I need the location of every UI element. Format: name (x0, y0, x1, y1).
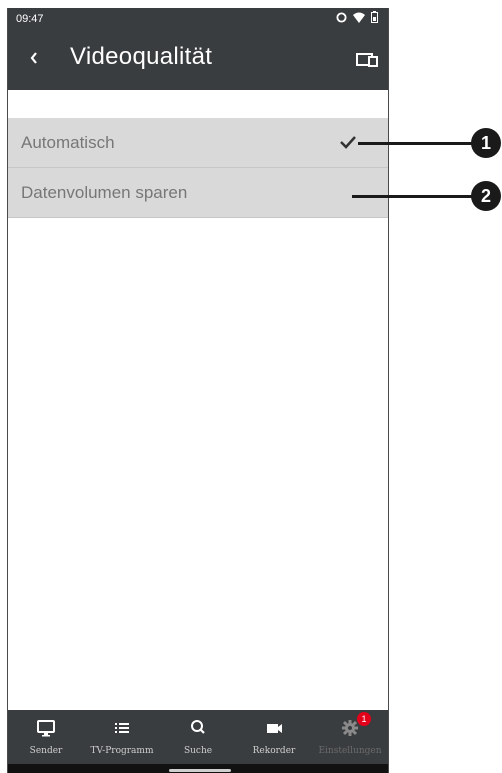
nav-item-sender[interactable]: Sender (8, 710, 84, 764)
status-time: 09:47 (16, 13, 44, 25)
cast-devices-icon[interactable] (356, 48, 378, 70)
home-indicator[interactable] (169, 769, 231, 772)
option-label: Automatisch (21, 133, 115, 152)
back-arrow-icon[interactable] (22, 46, 46, 70)
status-icons (336, 11, 378, 23)
phone-screen: 09:47 Videoqualität Automatisch Datenvol… (7, 8, 389, 773)
search-icon (191, 720, 205, 734)
battery-icon (371, 11, 378, 23)
notification-badge: 1 (357, 712, 371, 726)
nav-label: Einstellungen (318, 746, 382, 756)
nav-item-rekorder[interactable]: Rekorder (236, 710, 312, 764)
nav-label: Rekorder (252, 746, 296, 756)
callout-line-1 (358, 142, 474, 145)
quality-options-list: Automatisch Datenvolumen sparen (8, 118, 388, 218)
option-label: Datenvolumen sparen (21, 183, 188, 202)
page-title: Videoqualität (70, 43, 213, 70)
nav-label: TV-Programm (90, 746, 154, 756)
option-datenvolumen-sparen[interactable]: Datenvolumen sparen (8, 168, 388, 218)
data-saver-icon (336, 11, 347, 23)
nav-item-einstellungen[interactable]: 1 Einstellungen (312, 710, 388, 764)
option-automatisch[interactable]: Automatisch (8, 118, 388, 168)
callout-2: 2 (471, 181, 501, 211)
status-bar: 09:47 (8, 8, 388, 30)
nav-label: Sender (29, 746, 63, 756)
tv-icon (37, 720, 55, 737)
checkmark-icon (340, 136, 356, 149)
system-home-bar (8, 764, 388, 773)
video-camera-icon (267, 724, 282, 733)
list-icon (115, 723, 129, 733)
callout-1: 1 (471, 128, 501, 158)
app-bar: Videoqualität (8, 30, 388, 90)
bottom-navigation: Sender TV-Programm Suche Rekorder 1 Eins… (8, 710, 388, 764)
wifi-icon (353, 12, 365, 23)
callout-line-2 (352, 195, 474, 198)
nav-item-tv-programm[interactable]: TV-Programm (84, 710, 160, 764)
nav-label: Suche (183, 746, 213, 756)
nav-item-suche[interactable]: Suche (160, 710, 236, 764)
